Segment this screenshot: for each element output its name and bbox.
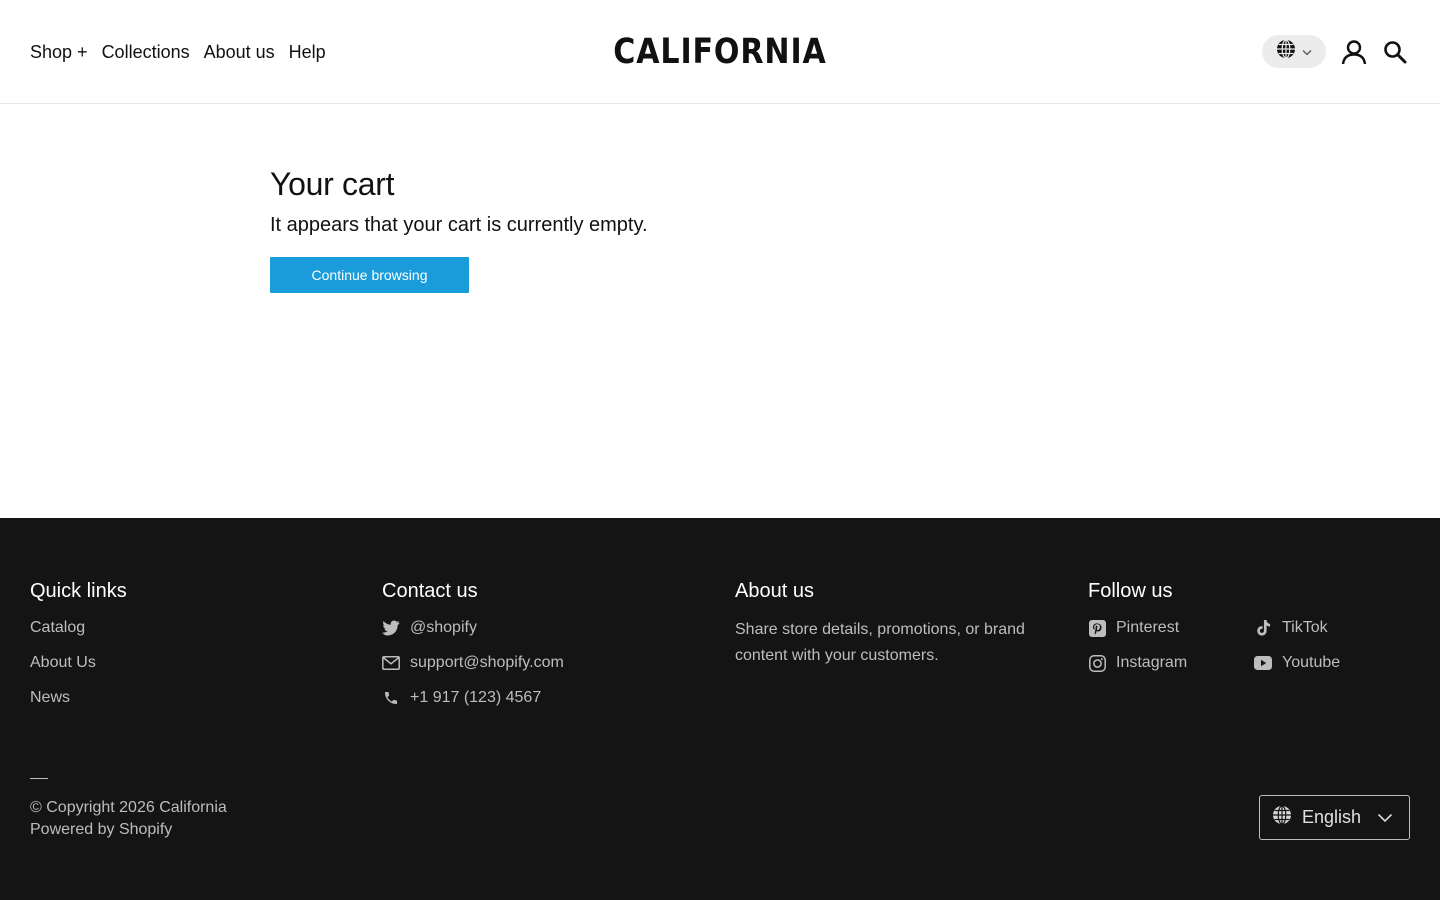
cart-section: Your cart It appears that your cart is c… xyxy=(270,164,648,293)
list-item: Catalog xyxy=(30,618,127,638)
social-item-youtube: Youtube xyxy=(1254,653,1394,673)
instagram-icon xyxy=(1088,654,1106,672)
footer-follow: Follow us Pinterest TikTok Instagram You… xyxy=(1088,578,1394,673)
twitter-link[interactable]: @shopify xyxy=(410,618,477,638)
instagram-link[interactable]: Instagram xyxy=(1116,653,1187,673)
about-text: Share store details, promotions, or bran… xyxy=(735,621,1025,664)
language-label: English xyxy=(1302,807,1362,827)
tiktok-link[interactable]: TikTok xyxy=(1282,618,1328,638)
youtube-icon xyxy=(1254,654,1272,672)
quick-links-heading: Quick links xyxy=(30,580,127,602)
footer-link-about-us[interactable]: About Us xyxy=(30,653,96,673)
social-item-pinterest: Pinterest xyxy=(1088,618,1254,638)
page-title: Your cart xyxy=(270,166,395,202)
list-item: News xyxy=(30,688,127,708)
about-heading: About us xyxy=(735,580,814,602)
contact-phone: +1 917 (123) 4567 xyxy=(382,688,564,708)
globe-icon xyxy=(1276,39,1296,64)
language-selector[interactable]: English xyxy=(1259,795,1410,840)
phone-icon xyxy=(382,689,400,707)
footer-quick-links: Quick links Catalog About Us News xyxy=(30,578,127,723)
footer-divider xyxy=(30,778,48,779)
header-actions xyxy=(1262,35,1410,68)
contact-email: support@shopify.com xyxy=(382,653,564,673)
contact-twitter: @shopify xyxy=(382,618,564,638)
chevron-down-icon xyxy=(1377,810,1393,828)
footer-link-news[interactable]: News xyxy=(30,688,70,708)
social-item-instagram: Instagram xyxy=(1088,653,1254,673)
tiktok-icon xyxy=(1254,619,1272,637)
copyright-text: © Copyright 2026 California xyxy=(30,799,227,816)
phone-link[interactable]: +1 917 (123) 4567 xyxy=(410,688,541,708)
continue-browsing-button[interactable]: Continue browsing xyxy=(270,257,469,293)
powered-by-text[interactable]: Powered by Shopify xyxy=(30,819,227,841)
site-logo[interactable]: CALIFORNIA xyxy=(101,30,1339,74)
empty-cart-message: It appears that your cart is currently e… xyxy=(270,214,648,236)
social-links: Pinterest TikTok Instagram Youtube xyxy=(1088,618,1394,673)
footer-contact: Contact us @shopify support@shopify.com … xyxy=(382,578,564,723)
follow-heading: Follow us xyxy=(1088,580,1173,602)
email-link[interactable]: support@shopify.com xyxy=(410,653,564,673)
pinterest-icon xyxy=(1088,619,1106,637)
chevron-down-icon xyxy=(1302,43,1312,61)
footer-about: About us Share store details, promotions… xyxy=(735,578,1035,669)
site-footer: Quick links Catalog About Us News Contac… xyxy=(0,518,1440,900)
nav-shop[interactable]: Shop + xyxy=(30,38,88,66)
locale-selector[interactable] xyxy=(1262,35,1326,68)
site-header: Shop + Collections About us Help CALIFOR… xyxy=(0,0,1440,104)
search-icon[interactable] xyxy=(1380,37,1410,67)
social-item-tiktok: TikTok xyxy=(1254,618,1394,638)
contact-heading: Contact us xyxy=(382,580,478,602)
list-item: About Us xyxy=(30,653,127,673)
copyright-block: © Copyright 2026 California Powered by S… xyxy=(30,797,227,841)
footer-link-catalog[interactable]: Catalog xyxy=(30,618,85,638)
twitter-icon xyxy=(382,619,400,637)
globe-icon xyxy=(1272,805,1292,830)
pinterest-link[interactable]: Pinterest xyxy=(1116,618,1179,638)
mail-icon xyxy=(382,654,400,672)
youtube-link[interactable]: Youtube xyxy=(1282,653,1340,673)
account-icon[interactable] xyxy=(1339,37,1369,67)
